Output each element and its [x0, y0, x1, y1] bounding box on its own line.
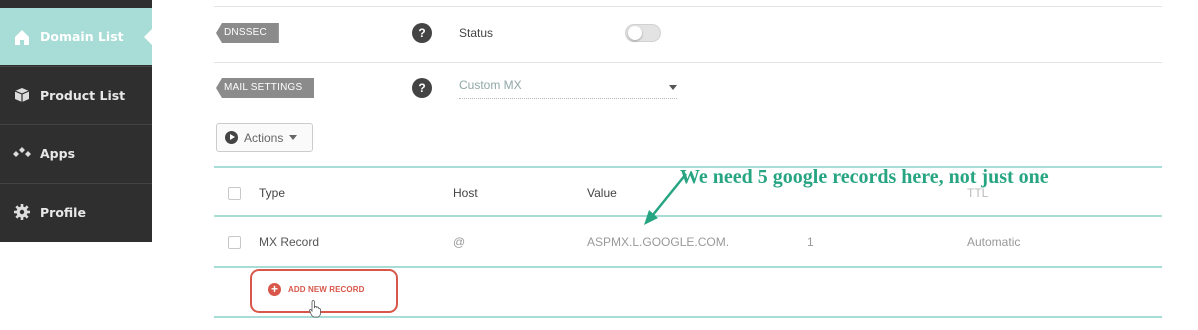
sidebar-item-label: Domain List: [40, 29, 124, 44]
cell-ttl: Automatic: [967, 235, 1021, 249]
diamonds-icon: [12, 143, 32, 163]
sidebar-item-label: Apps: [40, 145, 76, 161]
play-circle-icon: [225, 131, 238, 144]
column-header-ttl: TTL: [967, 186, 989, 200]
gear-icon: [12, 202, 32, 222]
annotation-text: We need 5 google records here, not just …: [680, 166, 1049, 188]
sidebar-item-label: Product List: [40, 87, 126, 103]
mail-settings-help-icon[interactable]: ?: [412, 78, 432, 98]
cell-priority: 1: [807, 235, 814, 249]
mail-settings-selected-value: Custom MX: [459, 78, 522, 92]
plus-circle-icon: +: [268, 283, 281, 296]
cell-host: @: [453, 235, 466, 249]
cell-value: ASPMX.L.GOOGLE.COM.: [587, 235, 730, 249]
add-new-record-label: ADD NEW RECORD: [288, 285, 365, 294]
sidebar-item-apps[interactable]: Apps: [0, 124, 152, 181]
add-new-record-button[interactable]: + ADD NEW RECORD: [268, 283, 365, 296]
table-bottom-divider: [214, 316, 1162, 318]
column-header-value: Value: [587, 186, 617, 200]
sidebar-item-label: Profile: [40, 204, 86, 220]
row-checkbox[interactable]: [228, 236, 241, 249]
mail-settings-tag: MAIL SETTINGS: [216, 78, 315, 98]
column-header-type: Type: [259, 186, 286, 200]
divider: [214, 6, 1162, 7]
dnssec-help-icon[interactable]: ?: [412, 23, 432, 43]
cell-type: MX Record: [259, 235, 320, 249]
dnssec-status-label: Status: [459, 26, 494, 40]
sidebar-item-profile[interactable]: Profile: [0, 183, 152, 240]
select-all-checkbox[interactable]: [228, 187, 241, 200]
dnssec-tag: DNSSEC: [216, 23, 279, 43]
table-row-divider: [214, 266, 1162, 268]
chevron-down-icon: [289, 135, 298, 140]
sidebar-item-product-list[interactable]: Product List: [0, 66, 152, 123]
hand-cursor-icon: [309, 300, 321, 318]
chevron-down-icon: [669, 85, 677, 90]
sidebar-item-domain-list[interactable]: Domain List: [0, 8, 153, 65]
actions-button[interactable]: Actions: [216, 123, 313, 152]
sidebar: Domain List Product List Apps Profile: [0, 0, 153, 242]
actions-label: Actions: [244, 130, 284, 145]
column-header-host: Host: [453, 186, 478, 200]
dnssec-status-toggle[interactable]: [625, 24, 661, 42]
home-icon: [12, 27, 32, 47]
divider: [214, 62, 1162, 63]
box-icon: [12, 85, 32, 105]
mail-settings-select[interactable]: Custom MX: [459, 78, 677, 99]
